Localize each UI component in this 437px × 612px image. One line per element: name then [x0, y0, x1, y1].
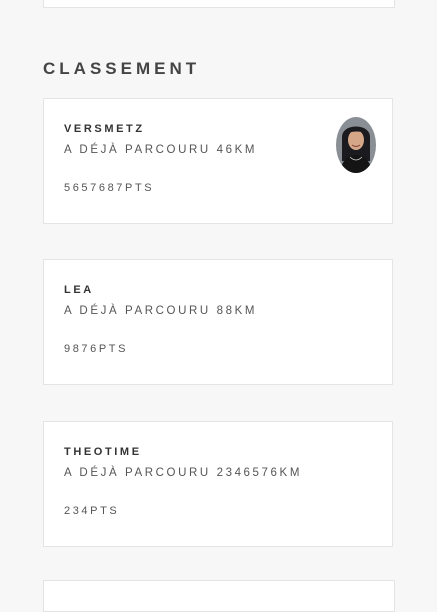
player-name: THEOTIME	[64, 446, 142, 458]
player-distance: A DÉJÀ PARCOURU 2346576KM	[64, 467, 302, 479]
ranking-card[interactable]: LEA A DÉJÀ PARCOURU 88KM 9876PTS	[43, 259, 393, 385]
avatar	[336, 117, 376, 173]
player-distance: A DÉJÀ PARCOURU 46KM	[64, 144, 258, 156]
player-name: LEA	[64, 284, 94, 296]
player-points: 9876PTS	[64, 343, 129, 355]
player-points: 234PTS	[64, 505, 120, 517]
ranking-card[interactable]: THEOTIME A DÉJÀ PARCOURU 2346576KM 234PT…	[43, 421, 393, 547]
player-points: 5657687PTS	[64, 182, 155, 194]
player-name: VERSMETZ	[64, 123, 145, 135]
next-card	[43, 580, 395, 612]
section-title: CLASSEMENT	[43, 59, 201, 78]
previous-card	[43, 0, 395, 8]
ranking-card[interactable]: VERSMETZ A DÉJÀ PARCOURU 46KM 5657687PTS	[43, 98, 393, 224]
player-distance: A DÉJÀ PARCOURU 88KM	[64, 305, 258, 317]
